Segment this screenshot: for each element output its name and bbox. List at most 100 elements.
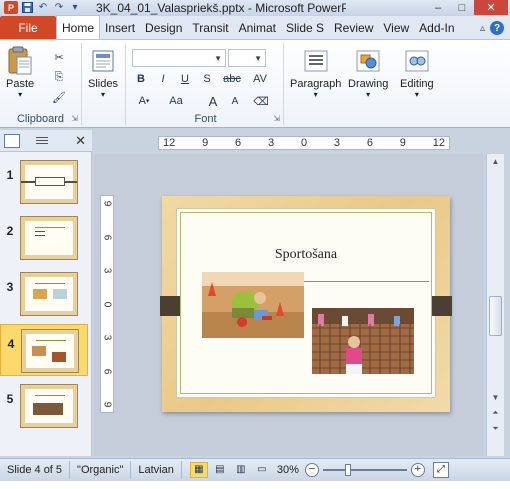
powerpoint-logo-icon[interactable]: P: [4, 1, 18, 14]
language-indicator[interactable]: Latvian: [131, 460, 182, 479]
tab-slide-show[interactable]: Slide S: [281, 17, 329, 39]
minimize-ribbon-icon[interactable]: ▵: [480, 23, 485, 34]
font-launcher-icon[interactable]: ⇲: [273, 114, 280, 123]
font-size-combo[interactable]: ▼: [228, 49, 266, 67]
sports-photo-1[interactable]: [202, 272, 304, 338]
zoom-slider[interactable]: [322, 463, 407, 477]
editing-button[interactable]: Editing ▾: [400, 47, 434, 99]
paste-dropdown-icon[interactable]: ▾: [18, 90, 22, 99]
slide-thumbnail-1[interactable]: 1: [0, 156, 88, 208]
bottom-edge: [0, 481, 510, 489]
reading-view-icon[interactable]: ▥: [232, 462, 250, 478]
tab-add-ins[interactable]: Add-In: [414, 17, 459, 39]
tab-animations[interactable]: Animat: [234, 17, 281, 39]
paragraph-dropdown-icon[interactable]: ▾: [314, 90, 318, 99]
previous-slide-icon[interactable]: ⏶: [488, 406, 503, 420]
outline-tab-icon[interactable]: [34, 134, 50, 148]
drawing-button[interactable]: Drawing ▾: [348, 47, 388, 99]
grow-font-button[interactable]: A: [204, 93, 222, 109]
ruler-tick-label: 12: [163, 137, 176, 149]
scrollbar-thumb[interactable]: [489, 296, 502, 336]
ribbon: Paste ▾ ✂ ⎘ 🖌 Clipboard ⇲ Slides ▾ ▼ ▼ B…: [0, 40, 510, 128]
editing-label: Editing: [400, 78, 434, 90]
scroll-up-icon[interactable]: ▲: [488, 154, 503, 168]
window-title: 3K_04_01_Valaspriekš.pptx - Microsoft Po…: [96, 0, 346, 15]
slide-preview: [20, 272, 78, 316]
slide-counter[interactable]: Slide 4 of 5: [0, 460, 71, 479]
vertical-scrollbar[interactable]: ▲ ▼ ⏶ ⏷: [486, 154, 504, 456]
zoom-slider-knob[interactable]: [344, 463, 351, 476]
save-icon[interactable]: [20, 2, 34, 14]
font-family-combo[interactable]: ▼: [132, 49, 226, 67]
theme-name[interactable]: "Organic": [70, 460, 132, 479]
slide-thumbnail-5[interactable]: 5: [0, 380, 88, 432]
paragraph-icon: [302, 47, 330, 75]
format-painter-icon[interactable]: 🖌: [50, 89, 68, 105]
zoom-in-icon[interactable]: +: [410, 462, 425, 477]
paragraph-button[interactable]: Paragraph ▾: [290, 47, 341, 99]
cut-icon[interactable]: ✂: [50, 49, 68, 65]
customize-qat-icon[interactable]: ▾: [68, 2, 82, 14]
clear-formatting-icon[interactable]: ⌫: [252, 93, 270, 109]
sports-photo-2[interactable]: [312, 308, 414, 374]
font-color-button[interactable]: A ▾: [132, 93, 156, 109]
slides-tab-icon[interactable]: [4, 133, 20, 148]
slide-thumbnail-2[interactable]: 2: [0, 212, 88, 264]
redo-icon[interactable]: ↷: [52, 2, 66, 14]
paste-button[interactable]: Paste ▾: [6, 46, 34, 99]
ruler-tick-label: 6: [235, 137, 242, 149]
shadow-button[interactable]: S: [198, 71, 216, 87]
fit-to-window-icon[interactable]: ⤢: [432, 461, 449, 478]
scroll-down-icon[interactable]: ▼: [488, 390, 503, 404]
tab-transitions[interactable]: Transit: [187, 17, 233, 39]
next-slide-icon[interactable]: ⏷: [488, 422, 503, 436]
help-icon[interactable]: ?: [490, 21, 504, 35]
ruler-tick-label: 3: [333, 137, 341, 149]
bold-button[interactable]: B: [132, 71, 150, 87]
tab-view[interactable]: View: [378, 17, 414, 39]
copy-icon[interactable]: ⎘: [50, 69, 68, 85]
minimize-icon[interactable]: –: [426, 0, 450, 15]
normal-view-icon[interactable]: ▦: [189, 461, 208, 478]
view-buttons: ▦ ▤ ▥ ▭: [189, 461, 271, 478]
slides-dropdown-icon[interactable]: ▾: [101, 90, 105, 99]
zoom-control: − +: [304, 462, 425, 477]
tab-design[interactable]: Design: [140, 17, 187, 39]
drawing-label: Drawing: [348, 78, 389, 90]
editing-dropdown-icon[interactable]: ▾: [415, 90, 419, 99]
close-icon[interactable]: ✕: [474, 0, 508, 15]
change-case-button[interactable]: Aa: [164, 93, 188, 109]
ruler-tick-label: 6: [366, 137, 373, 149]
slide-pane-tabs: ✕: [0, 130, 92, 152]
underline-button[interactable]: U: [176, 71, 194, 87]
slides-button[interactable]: Slides ▾: [88, 47, 118, 99]
tab-insert[interactable]: Insert: [100, 17, 140, 39]
close-pane-icon[interactable]: ✕: [75, 133, 86, 149]
slide-sorter-icon[interactable]: ▤: [211, 462, 229, 478]
strikethrough-button[interactable]: abc: [220, 71, 244, 87]
ruler-tick-label: 9: [101, 200, 113, 207]
slide-thumbnail-4[interactable]: 4: [0, 324, 88, 376]
maximize-icon[interactable]: □: [450, 0, 474, 15]
slide-thumbnail-3[interactable]: 3: [0, 268, 88, 320]
horizontal-ruler: 12 9 6 3 0 3 6 9 12: [158, 136, 450, 150]
slide-number: 5: [6, 392, 14, 406]
shrink-font-button[interactable]: A: [226, 93, 244, 109]
slides-label: Slides: [88, 78, 118, 90]
slide-title[interactable]: Sportošana: [177, 247, 435, 263]
character-spacing-button[interactable]: AV: [248, 71, 272, 87]
zoom-out-icon[interactable]: −: [304, 462, 319, 477]
slide-preview: [20, 384, 78, 428]
slide-show-icon[interactable]: ▭: [253, 462, 271, 478]
italic-button[interactable]: I: [154, 71, 172, 87]
paragraph-label: Paragraph: [290, 78, 342, 90]
undo-icon[interactable]: ↶: [36, 2, 50, 14]
tab-file[interactable]: File: [0, 16, 56, 39]
zoom-level[interactable]: 30%: [277, 464, 299, 476]
tab-home[interactable]: Home: [56, 15, 101, 39]
ruler-tick-label: 6: [101, 234, 113, 240]
tab-review[interactable]: Review: [329, 17, 378, 39]
drawing-dropdown-icon[interactable]: ▾: [366, 90, 370, 99]
clipboard-launcher-icon[interactable]: ⇲: [71, 114, 78, 123]
slide-number: 1: [6, 168, 14, 182]
